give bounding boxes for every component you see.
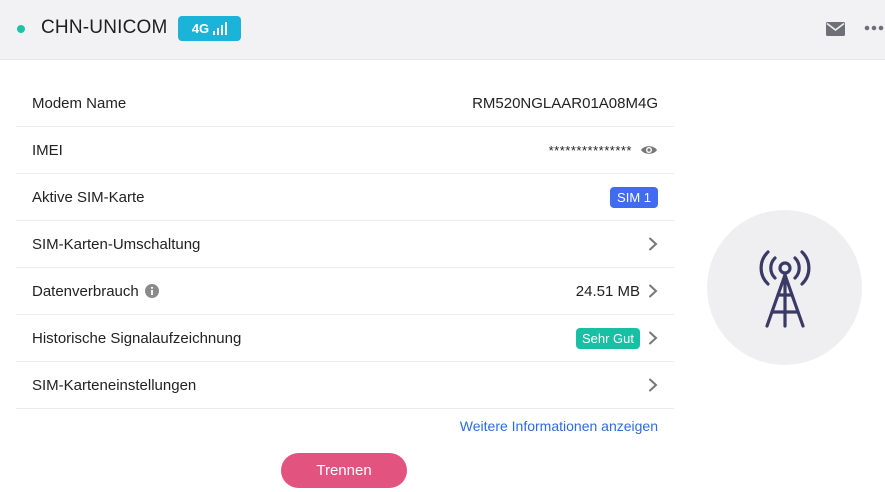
row-data-usage[interactable]: Datenverbrauch 24.51 MB (16, 268, 674, 315)
row-imei: IMEI *************** (16, 127, 674, 174)
eye-icon[interactable] (640, 144, 658, 156)
top-bar: CHN-UNICOM 4G (0, 0, 885, 60)
info-icon[interactable] (144, 284, 159, 298)
row-label: Historische Signalaufzeichnung (32, 329, 242, 347)
chevron-right-icon (649, 378, 658, 392)
row-modem-name: Modem Name RM520NGLAAR01A08M4G (16, 80, 674, 127)
row-label: SIM-Karteneinstellungen (32, 376, 197, 394)
cell-tower-panel (707, 210, 862, 365)
chevron-right-icon (649, 237, 658, 251)
chevron-right-icon (649, 284, 658, 298)
active-sim-badge: SIM 1 (610, 186, 658, 208)
data-usage-label-group: Datenverbrauch (32, 283, 159, 300)
carrier-name: CHN-UNICOM (41, 17, 168, 38)
modem-name-value: RM520NGLAAR01A08M4G (472, 94, 658, 112)
row-label: Modem Name (32, 94, 127, 112)
more-info-link[interactable]: Weitere Informationen anzeigen (460, 418, 658, 434)
row-sim-switch[interactable]: SIM-Karten-Umschaltung (16, 221, 674, 268)
network-type-label: 4G (191, 21, 210, 36)
row-label: SIM-Karten-Umschaltung (32, 235, 201, 253)
row-sim-settings[interactable]: SIM-Karteneinstellungen (16, 362, 674, 409)
row-label: Datenverbrauch (32, 282, 139, 300)
network-type-badge: 4G (178, 16, 241, 41)
data-usage-value: 24.51 MB (575, 282, 640, 300)
row-active-sim: Aktive SIM-Karte SIM 1 (16, 174, 674, 221)
signal-bars-icon (213, 22, 228, 35)
more-icon[interactable] (864, 22, 885, 34)
mail-icon[interactable] (825, 20, 846, 38)
imei-value: *************** (548, 142, 632, 158)
disconnect-button[interactable]: Trennen (281, 453, 407, 488)
signal-quality-badge: Sehr Gut (575, 327, 640, 349)
cell-tower-icon (759, 250, 811, 328)
status-dot-icon (17, 25, 25, 33)
row-label: IMEI (32, 141, 63, 159)
chevron-right-icon (649, 331, 658, 345)
row-label: Aktive SIM-Karte (32, 188, 145, 206)
row-signal-history[interactable]: Historische Signalaufzeichnung Sehr Gut (16, 315, 674, 362)
modem-info-list: Modem Name RM520NGLAAR01A08M4G IMEI ****… (16, 80, 674, 409)
